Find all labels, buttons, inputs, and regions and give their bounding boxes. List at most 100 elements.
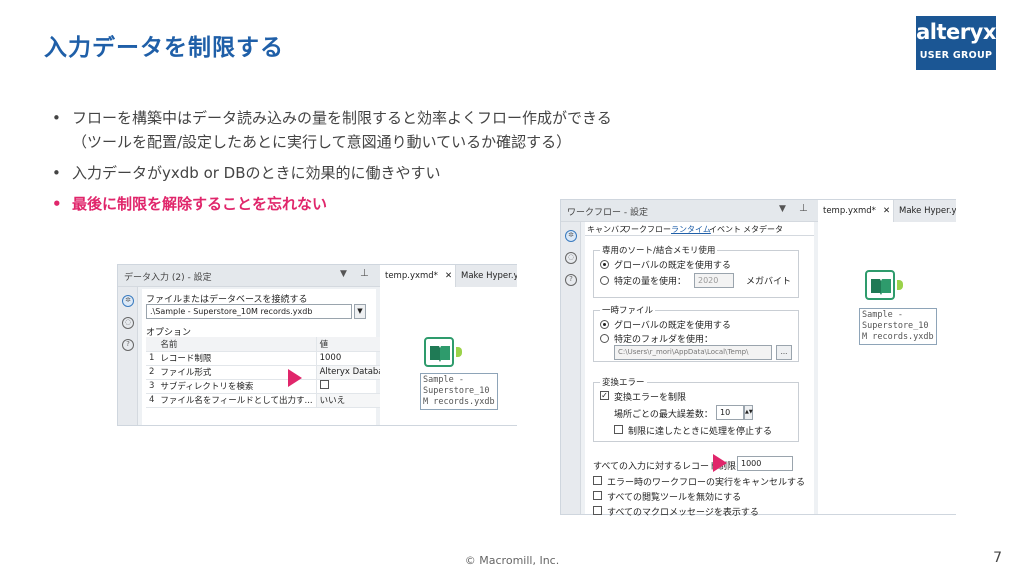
temp-folder-label: 特定のフォルダを使用： (614, 335, 714, 345)
annotation-icon[interactable]: ◌ (565, 252, 577, 264)
temp-global-radio[interactable] (600, 320, 609, 329)
input-config-title: データ入力 (2) - 設定 (124, 273, 212, 283)
slide-title: 入力データを制限する (44, 35, 284, 61)
input-config-body: ファイルまたはデータベースを接続する .\Sample - Superstore… (142, 289, 397, 425)
close-icon[interactable]: ✕ (883, 206, 890, 216)
options-table: 名前 値 1 レコード制限 1000 2 ファイル形式 Alteryx Data… (146, 337, 397, 408)
cancel-on-error-checkbox[interactable] (593, 476, 602, 485)
conversion-error-group: 変換エラー ✓ 変換エラーを制限 場所ごとの最大誤差数： 10 ▲▼ 制限に達し… (593, 376, 799, 442)
error-stop-label: 制限に達したときに処理を停止する (628, 427, 773, 437)
tab-make-hyper[interactable]: Make Hyper.yx (456, 265, 517, 287)
tab-workflow[interactable]: ワークフロー (623, 224, 671, 235)
config-rail: ✲ ◌ ? (561, 222, 581, 514)
bullet-2-text: 入力データがyxdb or DBのときに効果的に働きやすい (72, 164, 441, 182)
temp-folder-radio[interactable] (600, 334, 609, 343)
arrow-marker-icon (713, 454, 727, 472)
memory-group-title: 専用のソート/結合メモリ使用 (600, 244, 718, 256)
node-label: Sample - Superstore_10 M records.yxdb (420, 373, 498, 410)
tab-metadata[interactable]: メタデータ (743, 224, 783, 235)
pin-icon[interactable]: ⊥ (799, 203, 808, 214)
close-icon[interactable]: ✕ (445, 271, 452, 281)
error-group-title: 変換エラー (600, 376, 647, 388)
output-filename-name: ファイル名をフィールドとして出力す... (157, 393, 317, 408)
input-data-node[interactable] (865, 270, 895, 300)
file-dropdown-button[interactable]: ▼ (354, 304, 366, 319)
workflow-canvas[interactable] (818, 222, 956, 514)
alteryx-user-group-logo: alteryx USER GROUP (916, 16, 996, 70)
workflow-config-pane: ワークフロー - 設定 ▼ ⊥ ✲ ◌ ? キャンバス ワークフロー ランタイム… (561, 200, 818, 518)
memory-specific-label: 特定の量を使用： (614, 277, 687, 287)
memory-global-radio[interactable] (600, 260, 609, 269)
workflow-tabbar: temp.yxmd*✕ Make Hyper.yx (818, 200, 956, 222)
temp-file-group: 一時ファイル グローバルの既定を使用する 特定のフォルダを使用： C:\User… (593, 304, 799, 362)
file-path-input[interactable]: .\Sample - Superstore_10M records.yxdb (146, 304, 352, 319)
show-macro-checkbox[interactable] (593, 506, 602, 515)
temp-group-title: 一時ファイル (600, 304, 656, 316)
tab-runtime[interactable]: ランタイム (671, 224, 711, 235)
input-data-node[interactable] (424, 337, 454, 367)
error-limit-label: 変換エラーを制限 (614, 393, 687, 403)
chevron-down-icon[interactable]: ▼ (340, 269, 347, 279)
table-row: 3 サブディレクトリを検索 (146, 379, 397, 394)
error-limit-checkbox[interactable]: ✓ (600, 391, 609, 400)
bullet-3-text: 最後に制限を解除することを忘れない (72, 195, 328, 213)
error-max-spinner[interactable]: ▲▼ (744, 405, 753, 420)
workflow-tabbar: temp.yxmd*✕ Make Hyper.yx (380, 265, 517, 287)
col-name-header: 名前 (157, 337, 317, 352)
workflow-config-body: キャンバス ワークフロー ランタイム イベント メタデータ 専用のソート/結合メ… (585, 222, 814, 518)
input-data-book-icon (871, 279, 891, 295)
gear-icon[interactable]: ✲ (122, 295, 134, 307)
chevron-down-icon[interactable]: ▼ (779, 204, 786, 214)
copyright-footer: © Macromill, Inc. (464, 554, 560, 567)
tab-temp-yxmd[interactable]: temp.yxmd* ✕ (818, 200, 894, 222)
arrow-marker-icon (288, 369, 302, 387)
workflow-subtabs: キャンバス ワークフロー ランタイム イベント メタデータ (585, 222, 814, 236)
browse-button[interactable]: ... (776, 345, 792, 360)
logo-line2: USER GROUP (919, 50, 993, 61)
memory-unit-label: メガバイト (746, 277, 792, 287)
table-row: 1 レコード制限 1000 (146, 351, 397, 366)
page-number: 7 (993, 550, 1002, 566)
annotation-icon[interactable]: ◌ (122, 317, 134, 329)
error-max-label: 場所ごとの最大誤差数： (614, 410, 713, 420)
show-macro-label: すべてのマクロメッセージを表示する (607, 508, 759, 518)
bullet-1: フローを構築中はデータ読み込みの量を制限すると効率よくフロー作成ができる （ツー… (50, 106, 810, 154)
config-rail: ✲ ◌ ? (118, 287, 138, 425)
input-data-screenshot: データ入力 (2) - 設定 ▼ ⊥ ✲ ◌ ? ファイルまたはデータベースを接… (117, 264, 517, 426)
record-limit-name: レコード制限 (157, 351, 317, 366)
record-limit-input[interactable]: 1000 (737, 456, 793, 471)
tab-make-hyper[interactable]: Make Hyper.yx (894, 200, 956, 222)
input-data-book-icon (430, 346, 450, 362)
memory-amount-input[interactable]: 2020 (694, 273, 734, 288)
workflow-settings-screenshot: ワークフロー - 設定 ▼ ⊥ ✲ ◌ ? キャンバス ワークフロー ランタイム… (560, 199, 956, 518)
error-max-input[interactable]: 10 (716, 405, 744, 420)
memory-global-label: グローバルの既定を使用する (614, 261, 731, 271)
table-row: 2 ファイル形式 Alteryx Database▼ (146, 365, 397, 380)
gear-icon[interactable]: ✲ (565, 230, 577, 242)
help-icon[interactable]: ? (122, 339, 134, 351)
input-config-pane: データ入力 (2) - 設定 ▼ ⊥ ✲ ◌ ? ファイルまたはデータベースを接… (118, 265, 397, 425)
pin-icon[interactable]: ⊥ (360, 268, 369, 279)
help-icon[interactable]: ? (565, 274, 577, 286)
table-row: 4 ファイル名をフィールドとして出力す... いいえ▼ (146, 393, 397, 408)
tab-events[interactable]: イベント (709, 224, 741, 235)
node-label: Sample - Superstore_10 M records.yxdb (859, 308, 937, 345)
node-output-anchor[interactable] (456, 347, 462, 357)
tab-temp-yxmd[interactable]: temp.yxmd* ✕ (380, 265, 456, 287)
memory-specific-radio[interactable] (600, 276, 609, 285)
error-stop-checkbox[interactable] (614, 425, 623, 434)
workflow-config-header: ワークフロー - 設定 ▼ ⊥ (561, 200, 818, 222)
tab-canvas[interactable]: キャンバス (587, 224, 627, 235)
input-config-header: データ入力 (2) - 設定 ▼ ⊥ (118, 265, 380, 287)
bullet-2: 入力データがyxdb or DBのときに効果的に働きやすい (50, 161, 810, 185)
disable-browse-checkbox[interactable] (593, 491, 602, 500)
bullet-1-line2: （ツールを配置/設定したあとに実行して意図通り動いているか確認する） (72, 133, 572, 151)
temp-path-input[interactable]: C:\Users\r_mori\AppData\Local\Temp\ (614, 345, 772, 360)
node-output-anchor[interactable] (897, 280, 903, 290)
memory-group: 専用のソート/結合メモリ使用 グローバルの既定を使用する 特定の量を使用： 20… (593, 244, 799, 298)
cancel-on-error-label: エラー時のワークフローの実行をキャンセルする (607, 478, 806, 488)
options-header-row: 名前 値 (146, 337, 397, 352)
bullet-1-line1: フローを構築中はデータ読み込みの量を制限すると効率よくフロー作成ができる (72, 109, 612, 127)
workflow-config-title: ワークフロー - 設定 (567, 208, 648, 218)
disable-browse-label: すべての閲覧ツールを無効にする (607, 493, 742, 503)
